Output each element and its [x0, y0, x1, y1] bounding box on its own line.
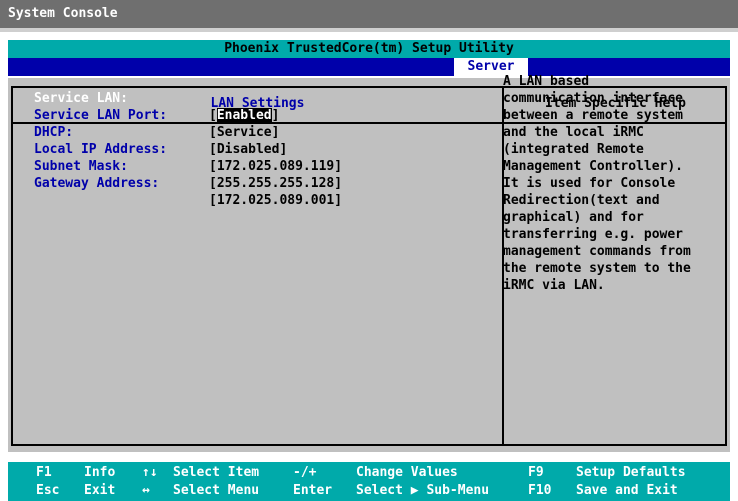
window-title-bar: System Console	[0, 0, 738, 28]
key-esc: Esc	[36, 483, 60, 498]
key-desc-info: Info	[84, 465, 116, 480]
help-line: (integrated Remote	[503, 142, 644, 157]
key-desc-select-menu: Select Menu	[173, 483, 260, 498]
setting-value-service-lan-port[interactable]: [Service]	[209, 124, 279, 141]
window-title: System Console	[8, 6, 118, 21]
key-desc-exit: Exit	[84, 483, 116, 498]
help-line: communication interface	[503, 91, 684, 106]
help-text: A LAN based communication interface betw…	[503, 73, 713, 294]
value-bracket-close: ]	[271, 108, 280, 123]
selected-value-highlight[interactable]: Enabled	[216, 108, 272, 123]
setting-value-subnet-mask[interactable]: [255.255.255.128]	[209, 175, 342, 192]
key-enter: Enter	[293, 483, 333, 498]
key-desc-select-submenu: Select ▶ Sub-Menu	[356, 483, 490, 498]
setting-row-service-lan[interactable]: Service LAN: [Enabled]	[34, 73, 279, 123]
help-line: and the local iRMC	[503, 125, 644, 140]
help-line: transferring e.g. power	[503, 227, 684, 242]
settings-list: Service LAN: [Enabled] Service LAN Port:…	[34, 73, 342, 208]
key-updown-icon: ↑↓	[142, 465, 158, 480]
setting-value-service-lan[interactable]: [Enabled]	[209, 107, 279, 124]
key-desc-change-values: Change Values	[356, 465, 458, 480]
key-desc-setup-defaults: Setup Defaults	[576, 465, 686, 480]
bios-header: Phoenix TrustedCore(tm) Setup Utility	[8, 40, 730, 58]
setting-row-dhcp[interactable]: DHCP: [Disabled]	[34, 107, 287, 157]
key-f10: F10	[528, 483, 552, 498]
setting-row-gateway[interactable]: Gateway Address: [172.025.089.001]	[34, 158, 342, 208]
key-minus-plus: -/+	[293, 465, 317, 480]
help-line: Redirection(text and	[503, 193, 660, 208]
help-line: the remote system to the	[503, 261, 691, 276]
key-legend-footer: F1 Info ↑↓ Select Item -/+ Change Values…	[8, 462, 730, 501]
key-leftright-icon: ↔	[142, 483, 150, 498]
help-line: It is used for Console	[503, 176, 676, 191]
help-line: between a remote system	[503, 108, 684, 123]
setting-row-local-ip[interactable]: Local IP Address: [172.025.089.119]	[34, 124, 342, 174]
setting-label-gateway: Gateway Address:	[34, 176, 160, 191]
help-line: graphical) and for	[503, 210, 644, 225]
key-desc-select-item: Select Item	[173, 465, 260, 480]
key-f1: F1	[36, 465, 52, 480]
help-line: management commands from	[503, 244, 691, 259]
window-title-strip	[0, 28, 738, 32]
key-f9: F9	[528, 465, 544, 480]
help-line: A LAN based	[503, 74, 590, 89]
setting-row-subnet-mask[interactable]: Subnet Mask: [255.255.255.128]	[34, 141, 342, 191]
help-line: Management Controller).	[503, 159, 684, 174]
setting-value-dhcp[interactable]: [Disabled]	[209, 141, 287, 158]
key-desc-save-exit: Save and Exit	[576, 483, 678, 498]
help-line: iRMC via LAN.	[503, 278, 605, 293]
setting-row-service-lan-port[interactable]: Service LAN Port: [Service]	[34, 90, 279, 140]
setting-value-local-ip[interactable]: [172.025.089.119]	[209, 158, 342, 175]
setting-value-gateway[interactable]: [172.025.089.001]	[209, 192, 342, 209]
